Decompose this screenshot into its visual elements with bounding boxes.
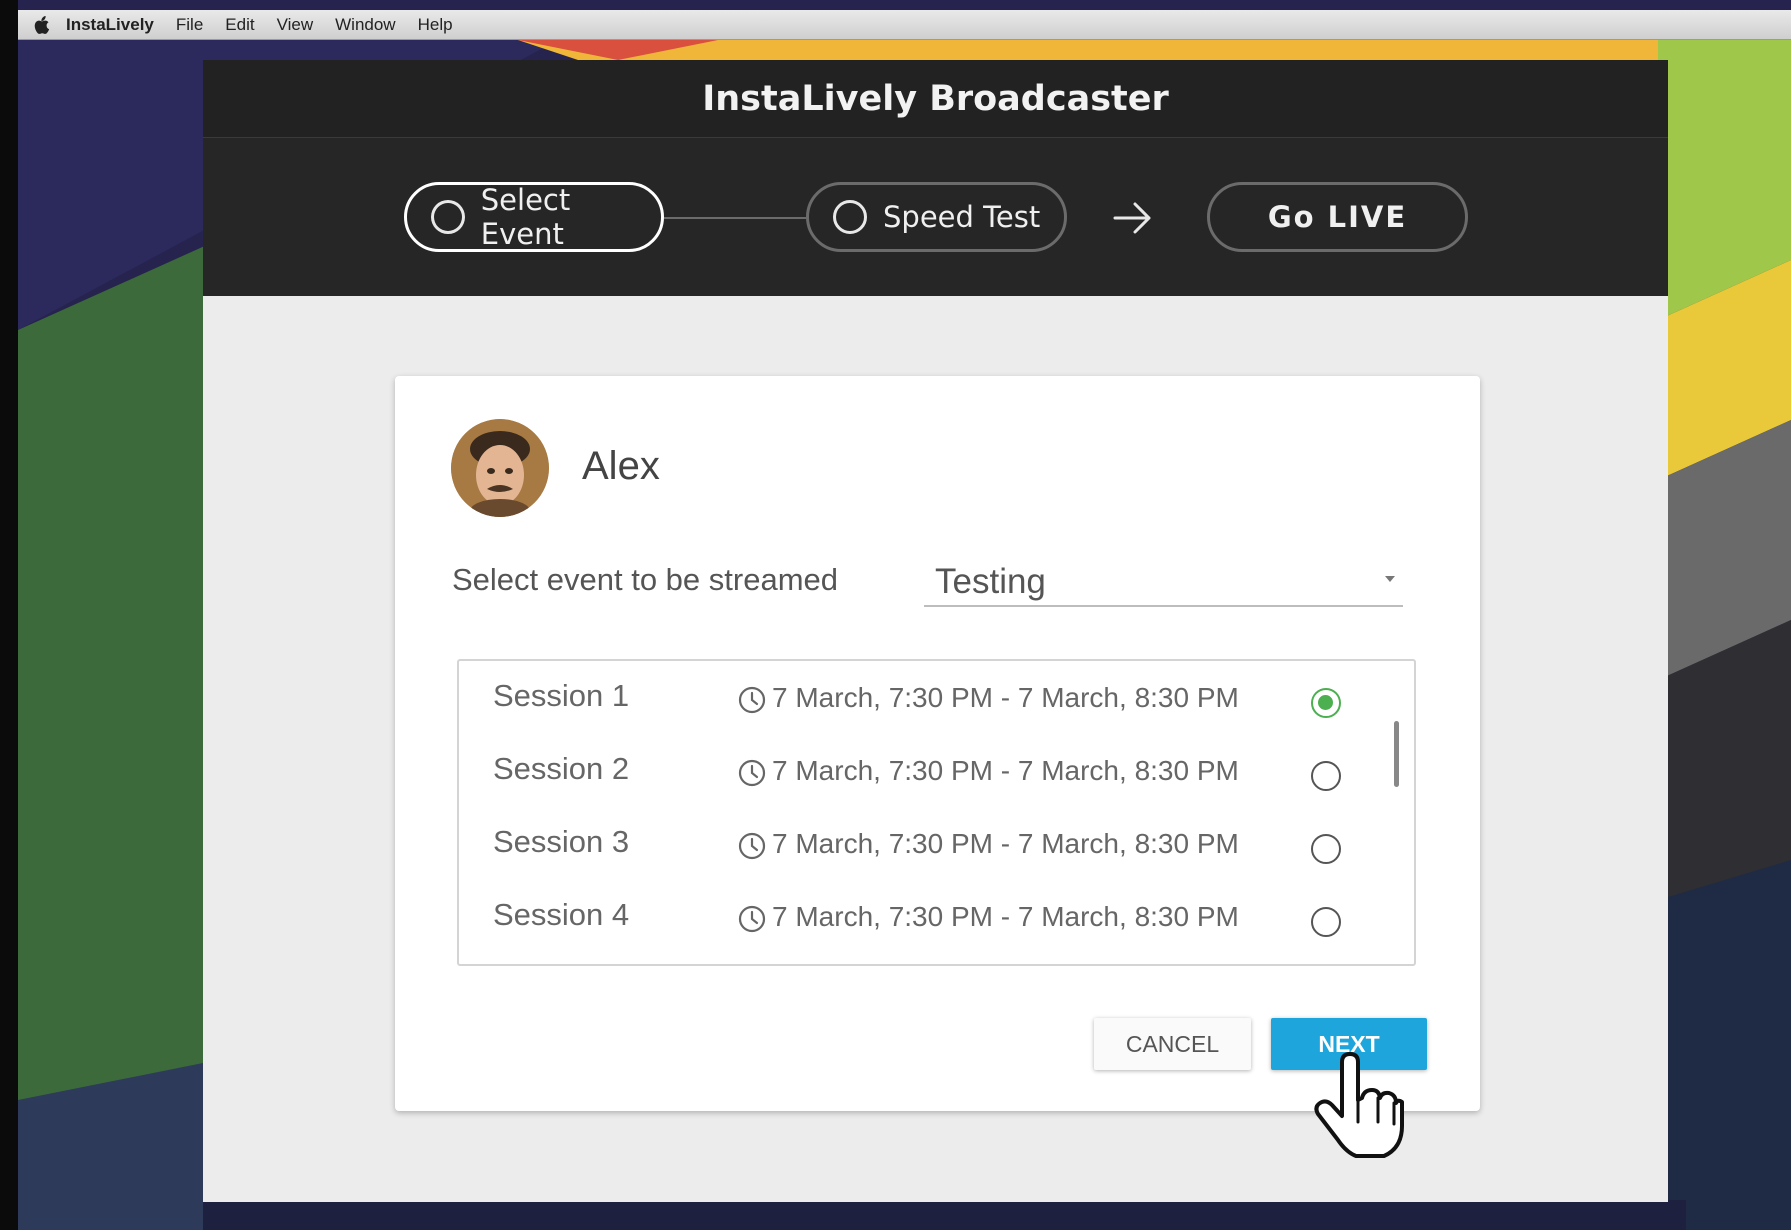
session-row[interactable]: Session 2 7 March, 7:30 PM - 7 March, 8:… [459, 734, 1414, 807]
step-select-event[interactable]: Select Event [404, 182, 664, 252]
session-name: Session 3 [493, 824, 630, 859]
event-dropdown-value: Testing [935, 562, 1046, 601]
hand-cursor-icon [1314, 1052, 1404, 1158]
step-label: Speed Test [883, 200, 1041, 234]
menu-window[interactable]: Window [335, 15, 395, 35]
event-dropdown[interactable]: Testing [924, 552, 1403, 607]
session-row[interactable]: Session 1 7 March, 7:30 PM - 7 March, 8:… [459, 661, 1414, 734]
step-go-live[interactable]: Go LIVE [1207, 182, 1468, 252]
avatar [451, 419, 549, 517]
session-radio[interactable] [1311, 834, 1341, 864]
session-name: Session 2 [493, 751, 630, 786]
step-circle-icon [431, 200, 465, 234]
session-row[interactable]: Session 3 7 March, 7:30 PM - 7 March, 8:… [459, 807, 1414, 880]
session-time: 7 March, 7:30 PM - 7 March, 8:30 PM [772, 901, 1239, 932]
menu-file[interactable]: File [176, 15, 203, 35]
menu-view[interactable]: View [277, 15, 314, 35]
cancel-button[interactable]: CANCEL [1094, 1018, 1251, 1070]
clock-icon [738, 686, 766, 714]
menu-help[interactable]: Help [418, 15, 453, 35]
session-list-scrollbar[interactable] [1394, 721, 1399, 787]
step-circle-icon [833, 200, 867, 234]
session-radio[interactable] [1311, 688, 1341, 718]
step-label: Go LIVE [1267, 200, 1408, 234]
select-event-card: Alex Select event to be streamed Testing… [395, 376, 1480, 1111]
arrow-right-icon [1113, 202, 1151, 234]
user-name: Alex [582, 444, 660, 488]
user-avatar-icon [451, 419, 549, 517]
dropdown-caret-icon [1385, 576, 1395, 582]
menu-app-name[interactable]: InstaLively [66, 15, 154, 35]
clock-icon [738, 905, 766, 933]
clock-icon [738, 759, 766, 787]
session-row[interactable]: Session 4 7 March, 7:30 PM - 7 March, 8:… [459, 880, 1414, 953]
window-title: InstaLively Broadcaster [203, 60, 1668, 138]
apple-icon[interactable] [32, 15, 50, 35]
session-radio[interactable] [1311, 907, 1341, 937]
menu-edit[interactable]: Edit [225, 15, 254, 35]
app-window: InstaLively Broadcaster Select Event Spe… [203, 60, 1668, 1202]
session-list: Session 1 7 March, 7:30 PM - 7 March, 8:… [457, 659, 1416, 966]
session-name: Session 4 [493, 897, 630, 932]
step-progress-bar: Select Event Speed Test Go LIVE [203, 138, 1668, 296]
session-name: Session 1 [493, 678, 630, 713]
session-radio[interactable] [1311, 761, 1341, 791]
session-time: 7 March, 7:30 PM - 7 March, 8:30 PM [772, 828, 1239, 859]
session-time: 7 March, 7:30 PM - 7 March, 8:30 PM [772, 682, 1239, 713]
step-label: Select Event [480, 183, 571, 251]
step-speed-test[interactable]: Speed Test [806, 182, 1067, 252]
step-connector-line [664, 217, 806, 219]
session-time: 7 March, 7:30 PM - 7 March, 8:30 PM [772, 755, 1239, 786]
event-select-label: Select event to be streamed [452, 562, 839, 597]
clock-icon [738, 832, 766, 860]
menu-bar: InstaLively File Edit View Window Help [18, 10, 1791, 40]
